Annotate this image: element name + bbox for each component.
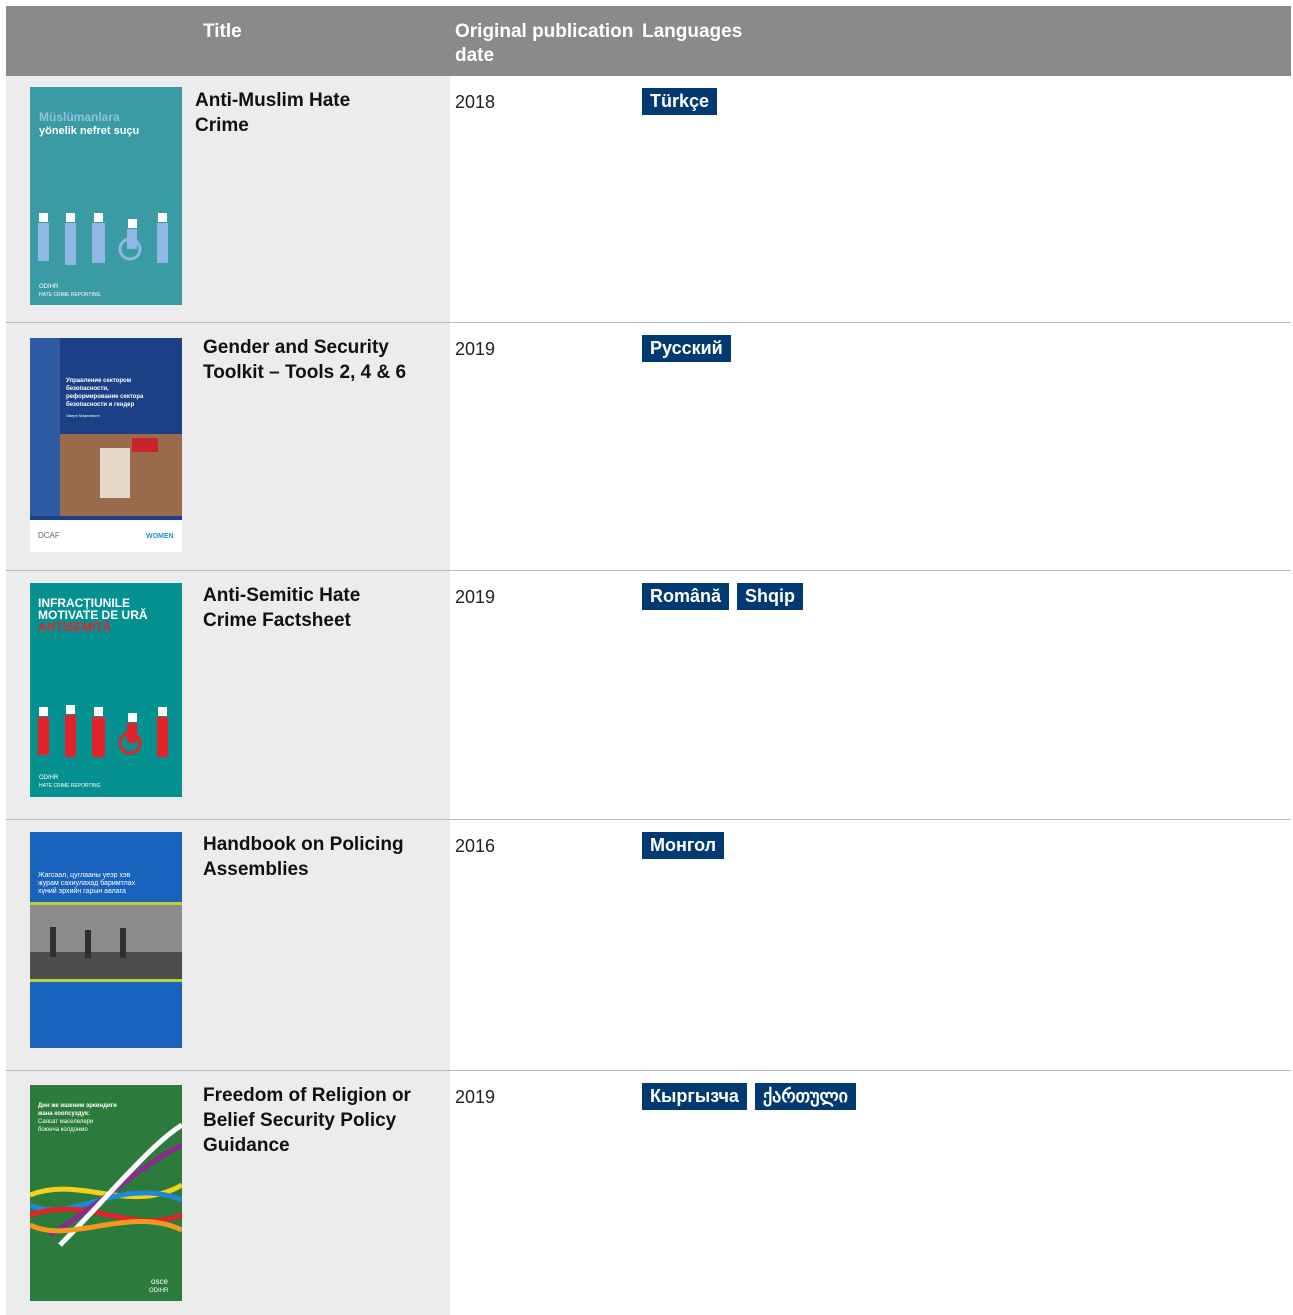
- table-row: INFRACȚIUNILE MOTIVATE DE URĂ ANTISEMITĂ…: [6, 571, 1291, 820]
- row-date: 2019: [455, 587, 496, 607]
- svg-text:жана коопсуздук:: жана коопсуздук:: [37, 1111, 90, 1117]
- language-link-romanian[interactable]: Română: [642, 583, 730, 610]
- header-title: Title: [203, 21, 242, 42]
- svg-text:Жагсаал, цуглааны үеэр хэв: Жагсаал, цуглааны үеэр хэв: [38, 872, 131, 879]
- row-title[interactable]: Anti-Muslim Hate Crime: [195, 88, 405, 138]
- row-title[interactable]: Handbook on Policing Assemblies: [203, 832, 443, 882]
- row-title[interactable]: Anti-Semitic Hate Crime Factsheet: [203, 583, 413, 633]
- language-list: Монгол: [642, 832, 725, 859]
- svg-text:HATE CRIME REPORTING: HATE CRIME REPORTING: [39, 292, 101, 298]
- svg-text:ODIHR: ODIHR: [39, 775, 59, 781]
- row-title[interactable]: Freedom of Religion or Belief Security P…: [203, 1083, 443, 1158]
- language-link-kyrgyz[interactable]: Кыргызча: [642, 1083, 747, 1110]
- header-publication-date: Original publication date: [455, 21, 634, 66]
- svg-text:безопасности,: безопасности,: [66, 385, 109, 392]
- row-date: 2018: [455, 92, 496, 112]
- language-link-albanian[interactable]: Shqip: [737, 583, 804, 610]
- table-header: Title Original publication date Language…: [6, 6, 1291, 76]
- book-cover-gender-security[interactable]: Управление сектором безопасности, реформ…: [30, 338, 182, 552]
- language-list: Română Shqip: [642, 583, 804, 610]
- row-date: 2019: [455, 1087, 496, 1107]
- table-row: Жагсаал, цуглааны үеэр хэв журам сахиула…: [6, 820, 1291, 1071]
- row-date: 2016: [455, 836, 496, 856]
- svg-text:ODIHR: ODIHR: [149, 1288, 169, 1294]
- book-cover-policing-assemblies[interactable]: Жагсаал, цуглааны үеэр хэв журам сахиула…: [30, 832, 182, 1048]
- language-link-russian[interactable]: Русский: [642, 335, 731, 362]
- book-cover-freedom-of-religion[interactable]: Дин же ишеним эркиндиги жана коопсуздук:…: [30, 1085, 182, 1301]
- row-title[interactable]: Gender and Security Toolkit – Tools 2, 4…: [203, 335, 443, 385]
- svg-text:WOMEN: WOMEN: [146, 533, 174, 540]
- svg-text:HATE CRIME REPORTING: HATE CRIME REPORTING: [39, 783, 101, 789]
- svg-text:yönelik nefret suçu: yönelik nefret suçu: [39, 125, 139, 137]
- book-cover-anti-semitic[interactable]: INFRACȚIUNILE MOTIVATE DE URĂ ANTISEMITĂ…: [30, 583, 182, 797]
- svg-text:DCAF: DCAF: [38, 531, 60, 540]
- svg-text:журам сахиулахад баримтлах: журам сахиулахад баримтлах: [38, 879, 136, 887]
- header-languages: Languages: [642, 21, 743, 42]
- language-link-georgian[interactable]: ქართული: [754, 1083, 856, 1110]
- table-row: Дин же ишеним эркиндиги жана коопсуздук:…: [6, 1071, 1291, 1315]
- svg-text:osce: osce: [151, 1277, 168, 1286]
- svg-text:Оверн Мартинелл: Оверн Мартинелл: [66, 413, 100, 418]
- svg-text:хүний эрхийн гарын авлага: хүний эрхийн гарын авлага: [38, 887, 126, 895]
- svg-text:Дин же ишеним эркиндиги: Дин же ишеним эркиндиги: [38, 1103, 117, 1109]
- svg-text:ODIHR: ODIHR: [39, 284, 59, 290]
- language-link-mongolian[interactable]: Монгол: [642, 832, 725, 859]
- svg-text:Саясат маселелери: Саясат маселелери: [38, 1119, 93, 1125]
- row-date: 2019: [455, 339, 496, 359]
- language-list: Türkçe: [642, 88, 718, 115]
- svg-text:ANTISEMITĂ: ANTISEMITĂ: [38, 619, 112, 634]
- svg-text:безопасности и гендер: безопасности и гендер: [66, 401, 135, 408]
- language-link-turkish[interactable]: Türkçe: [642, 88, 718, 115]
- svg-text:боюнча колдонмо: боюнча колдонмо: [38, 1127, 88, 1133]
- svg-text:Управление сектором: Управление сектором: [66, 378, 132, 384]
- table-row: Müslümanlara yönelik nefret suçu ODIHR H…: [6, 76, 1291, 323]
- language-list: Русский: [642, 335, 731, 362]
- book-cover-anti-muslim[interactable]: Müslümanlara yönelik nefret suçu ODIHR H…: [30, 87, 182, 305]
- language-list: Кыргызча ქართული: [642, 1083, 856, 1110]
- publications-table: Title Original publication date Language…: [6, 6, 1291, 1315]
- svg-text:Müslümanlara: Müslümanlara: [39, 110, 120, 124]
- table-row: Управление сектором безопасности, реформ…: [6, 323, 1291, 571]
- svg-text:реформирование сектора: реформирование сектора: [66, 393, 144, 400]
